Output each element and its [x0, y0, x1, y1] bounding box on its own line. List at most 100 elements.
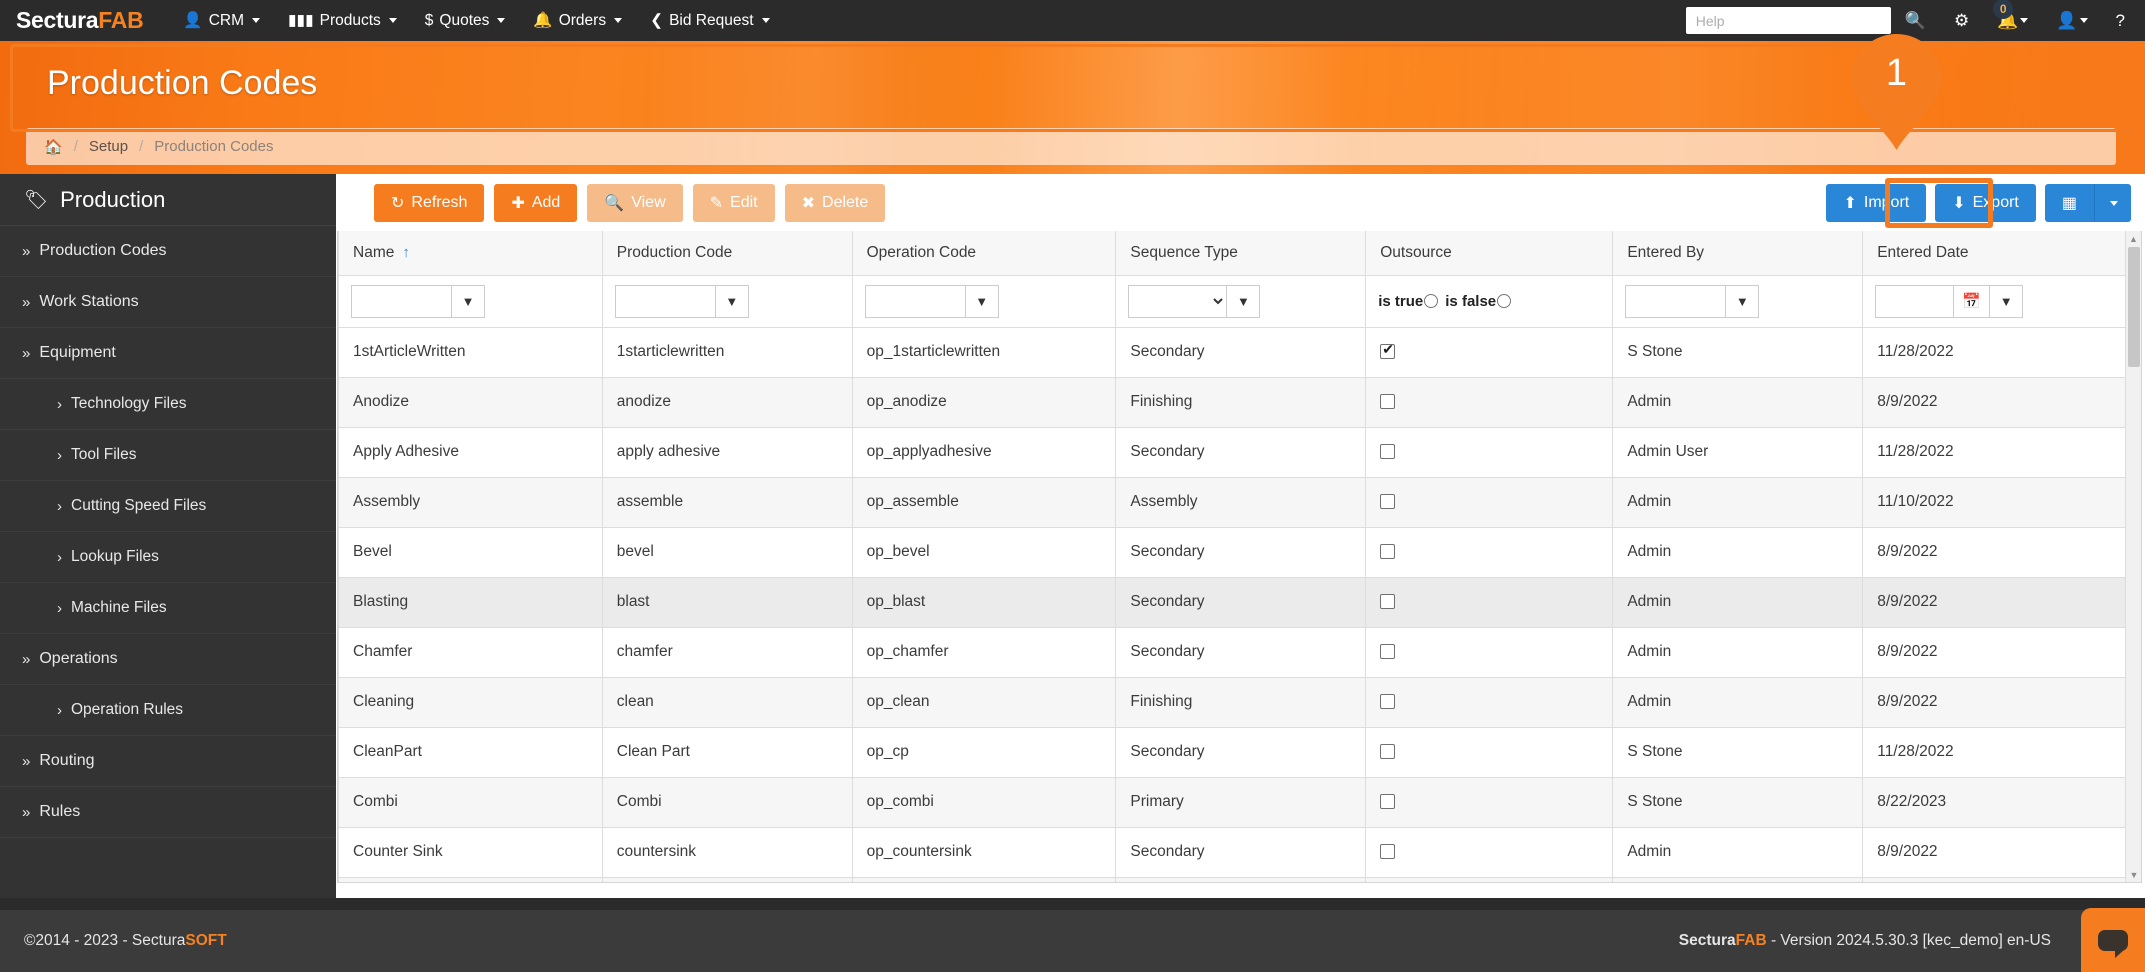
nav-menu-products[interactable]: ▮▮▮ Products	[274, 0, 411, 41]
outsource-checkbox[interactable]	[1380, 844, 1395, 859]
filter-radio-is-true[interactable]	[1424, 294, 1438, 308]
column-header-name[interactable]: Name↑	[339, 231, 603, 275]
nav-menu-bid-request[interactable]: ❮ Bid Request	[636, 0, 783, 41]
sidebar-item-label: Lookup Files	[71, 548, 159, 566]
notifications-bell-icon[interactable]: 0 🔔	[1983, 0, 2042, 41]
scrollbar-thumb[interactable]	[2128, 247, 2140, 367]
nav-menu-orders[interactable]: 🔔 Orders	[519, 0, 636, 41]
outsource-checkbox[interactable]	[1380, 544, 1395, 559]
filter-select-sequence-type[interactable]	[1128, 285, 1226, 318]
scroll-down-arrow-icon[interactable]: ▼	[2126, 867, 2142, 883]
table-row[interactable]: CombiCombiop_combiPrimaryS Stone8/22/202…	[339, 777, 2127, 827]
sidebar-item-technology-files[interactable]: › Technology Files	[0, 379, 336, 430]
help-search-input[interactable]	[1686, 7, 1891, 34]
cell-entered-date: 8/9/2022	[1863, 377, 2127, 427]
column-header-production-code[interactable]: Production Code	[602, 231, 852, 275]
table-row[interactable]: Assemblyassembleop_assembleAssemblyAdmin…	[339, 477, 2127, 527]
refresh-button[interactable]: ↻ Refresh	[374, 184, 484, 222]
table-row[interactable]: Chamferchamferop_chamferSecondaryAdmin8/…	[339, 627, 2127, 677]
cell-sequence-type: Secondary	[1116, 827, 1366, 877]
scroll-up-arrow-icon[interactable]: ▲	[2126, 231, 2141, 247]
table-row[interactable]: Deburrdeburrop_deburrFinishingAdmin8/9/2…	[339, 877, 2127, 883]
table-row[interactable]: 1stArticleWritten1starticlewrittenop_1st…	[339, 327, 2127, 377]
gear-icon[interactable]: ⚙	[1940, 0, 1983, 41]
user-account-icon[interactable]: 👤	[2042, 0, 2101, 41]
cell-entered-by: Admin	[1613, 827, 1863, 877]
nav-menu-crm[interactable]: 👤 CRM	[169, 0, 274, 41]
column-header-entered-date[interactable]: Entered Date	[1863, 231, 2127, 275]
cell-sequence-type: Assembly	[1116, 477, 1366, 527]
sidebar-item-machine-files[interactable]: › Machine Files	[0, 583, 336, 634]
outsource-checkbox[interactable]	[1380, 644, 1395, 659]
table-row[interactable]: Apply Adhesiveapply adhesiveop_applyadhe…	[339, 427, 2127, 477]
outsource-checkbox[interactable]	[1380, 794, 1395, 809]
search-icon[interactable]: 🔍	[1891, 0, 1940, 41]
table-row[interactable]: Blastingblastop_blastSecondaryAdmin8/9/2…	[339, 577, 2127, 627]
table-row[interactable]: Cleaningcleanop_cleanFinishingAdmin8/9/2…	[339, 677, 2127, 727]
sidebar-item-routing[interactable]: » Routing	[0, 736, 336, 787]
breadcrumb-item-setup[interactable]: Setup	[89, 138, 128, 155]
sidebar-item-operation-rules[interactable]: › Operation Rules	[0, 685, 336, 736]
nav-menu-quotes[interactable]: $ Quotes	[411, 0, 520, 41]
cell-name: Counter Sink	[339, 827, 603, 877]
sidebar-item-rules[interactable]: » Rules	[0, 787, 336, 838]
table-row[interactable]: Counter Sinkcountersinkop_countersinkSec…	[339, 827, 2127, 877]
filter-radio-is-false[interactable]	[1497, 294, 1511, 308]
column-header-outsource[interactable]: Outsource	[1366, 231, 1613, 275]
import-button[interactable]: ⬆ Import	[1826, 184, 1926, 222]
plus-icon: ✚	[511, 193, 524, 213]
outsource-checkbox[interactable]	[1380, 744, 1395, 759]
cell-sequence-type: Primary	[1116, 777, 1366, 827]
filter-icon-entered-date[interactable]: ▼	[1989, 285, 2023, 318]
filter-input-production-code[interactable]	[615, 285, 715, 318]
table-row[interactable]: Bevelbevelop_bevelSecondaryAdmin8/9/2022	[339, 527, 2127, 577]
filter-icon-sequence-type[interactable]: ▼	[1226, 285, 1260, 318]
sidebar-item-work-stations[interactable]: » Work Stations	[0, 277, 336, 328]
grid-options-button-group: ▦	[2045, 184, 2131, 222]
outsource-checkbox[interactable]	[1380, 694, 1395, 709]
column-header-operation-code[interactable]: Operation Code	[852, 231, 1116, 275]
cell-operation-code: op_applyadhesive	[852, 427, 1116, 477]
question-icon[interactable]: ?	[2102, 0, 2145, 41]
export-button[interactable]: ⬇ Export	[1935, 184, 2036, 222]
add-button-label: Add	[532, 194, 560, 212]
cell-production-code: Clean Part	[602, 727, 852, 777]
grid-vertical-scrollbar[interactable]: ▲ ▼	[2125, 231, 2141, 883]
filter-input-name[interactable]	[351, 285, 451, 318]
cell-production-code: apply adhesive	[602, 427, 852, 477]
column-header-sequence-type[interactable]: Sequence Type	[1116, 231, 1366, 275]
user-icon: 👤	[183, 11, 202, 30]
chat-support-button[interactable]	[2081, 908, 2145, 972]
sidebar-item-cutting-speed-files[interactable]: › Cutting Speed Files	[0, 481, 336, 532]
outsource-checkbox[interactable]	[1380, 394, 1395, 409]
sidebar-item-tool-files[interactable]: › Tool Files	[0, 430, 336, 481]
filter-input-operation-code[interactable]	[865, 285, 965, 318]
filter-input-entered-by[interactable]	[1625, 285, 1725, 318]
sidebar-item-equipment[interactable]: » Equipment	[0, 328, 336, 379]
filter-input-entered-date[interactable]	[1875, 285, 1953, 318]
cell-operation-code: op_assemble	[852, 477, 1116, 527]
table-row[interactable]: CleanPartClean Partop_cpSecondaryS Stone…	[339, 727, 2127, 777]
calendar-icon[interactable]: 📅	[1953, 285, 1989, 318]
grid-options-dropdown-button[interactable]	[2095, 184, 2131, 222]
outsource-checkbox[interactable]	[1380, 494, 1395, 509]
add-button[interactable]: ✚ Add	[494, 184, 577, 222]
cell-operation-code: op_countersink	[852, 827, 1116, 877]
column-header-entered-by[interactable]: Entered By	[1613, 231, 1863, 275]
filter-icon-production-code[interactable]: ▼	[715, 285, 749, 318]
sidebar-item-lookup-files[interactable]: › Lookup Files	[0, 532, 336, 583]
grid-icon[interactable]: ▦	[2045, 184, 2095, 222]
app-brand-logo[interactable]: SecturaFAB	[16, 7, 143, 34]
table-row[interactable]: Anodizeanodizeop_anodizeFinishingAdmin8/…	[339, 377, 2127, 427]
filter-icon-entered-by[interactable]: ▼	[1725, 285, 1759, 318]
page-title: Production Codes	[47, 64, 317, 103]
filter-icon-name[interactable]: ▼	[451, 285, 485, 318]
filter-cell-entered-date: 📅 ▼	[1863, 275, 2127, 327]
sidebar-item-production-codes[interactable]: » Production Codes	[0, 226, 336, 277]
sidebar-item-operations[interactable]: » Operations	[0, 634, 336, 685]
filter-icon-operation-code[interactable]: ▼	[965, 285, 999, 318]
outsource-checkbox[interactable]	[1380, 594, 1395, 609]
home-icon[interactable]: 🏠	[44, 138, 63, 156]
outsource-checkbox[interactable]	[1380, 444, 1395, 459]
outsource-checkbox[interactable]	[1380, 344, 1395, 359]
